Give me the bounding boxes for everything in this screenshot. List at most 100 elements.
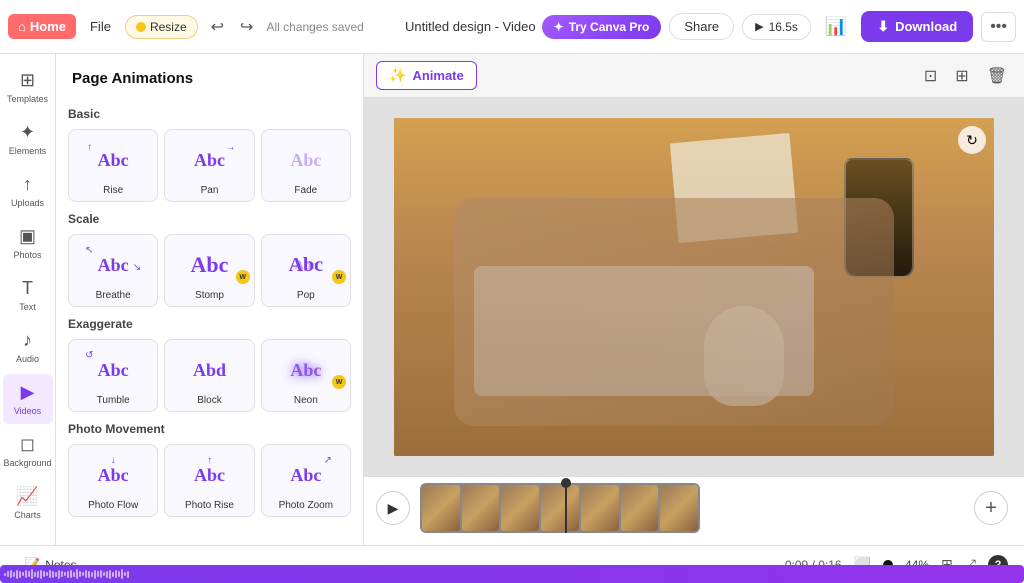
home-icon: ⌂ xyxy=(18,19,26,34)
download-icon: ⬇ xyxy=(877,18,889,35)
play-triangle-icon: ▶ xyxy=(388,500,399,517)
animate-button[interactable]: ✨ Animate xyxy=(376,61,477,90)
anim-neon-text: Abc xyxy=(290,360,321,381)
tumble-arrow-icon: ↺ xyxy=(85,350,93,361)
breathe-corner-br: ↘ xyxy=(133,262,141,273)
add-clip-button[interactable]: + xyxy=(974,491,1008,525)
play-button[interactable]: ▶ xyxy=(376,491,410,525)
anim-block[interactable]: Abd Block xyxy=(164,339,254,412)
preview-button[interactable]: ▶ 16.5s xyxy=(742,14,811,40)
templates-label: Templates xyxy=(7,94,48,104)
anim-breathe-label: Breathe xyxy=(96,290,131,301)
anim-rise-label: Rise xyxy=(103,185,123,196)
playhead-head xyxy=(561,478,571,488)
resize-button[interactable]: Resize xyxy=(125,15,198,39)
anim-fade[interactable]: Abc Fade xyxy=(261,129,351,202)
anim-breathe[interactable]: ↖ Abc ↘ Breathe xyxy=(68,234,158,307)
anim-stomp-label: Stomp xyxy=(195,290,224,301)
share-button[interactable]: Share xyxy=(669,13,734,40)
grid-view-button[interactable]: ⊞ xyxy=(950,61,973,91)
anim-block-text: Abd xyxy=(193,360,226,381)
playhead[interactable] xyxy=(565,483,567,533)
anim-photoflow[interactable]: ↓ Abc Photo Flow xyxy=(68,444,158,517)
anim-photozoom-preview: ↗ Abc xyxy=(276,453,336,497)
anim-pop[interactable]: Abc Abc W Pop xyxy=(261,234,351,307)
animations-panel: Page Animations Basic ↑ Abc Rise → Abc xyxy=(56,54,364,545)
section-exaggerate: Exaggerate xyxy=(68,317,351,331)
analytics-icon[interactable]: 📊 xyxy=(819,12,853,41)
anim-stomp-text: Abc xyxy=(191,252,229,278)
timeline-controls: ▶ + xyxy=(364,477,1024,539)
delete-page-button[interactable]: 🗑 xyxy=(982,61,1012,91)
neon-pro-badge: W xyxy=(332,375,346,389)
text-icon: T xyxy=(22,278,33,299)
sidebar-item-templates[interactable]: ⊞ Templates xyxy=(3,62,53,112)
canvas-area[interactable]: ↻ xyxy=(364,98,1024,476)
exaggerate-animations-grid: ↺ Abc Tumble Abd Block Abc W Neon xyxy=(68,339,351,412)
anim-photorise-label: Photo Rise xyxy=(185,500,234,511)
try-pro-label: Try Canva Pro xyxy=(569,20,650,34)
uploads-icon: ↑ xyxy=(23,174,32,195)
animate-sparkle-icon: ✨ xyxy=(389,67,406,84)
sidebar-item-elements[interactable]: ✦ Elements xyxy=(3,114,53,164)
film-frame-2 xyxy=(462,485,500,531)
anim-tumble[interactable]: ↺ Abc Tumble xyxy=(68,339,158,412)
home-button[interactable]: ⌂ Home xyxy=(8,14,76,39)
panel-title: Page Animations xyxy=(56,54,363,97)
sidebar-item-photos[interactable]: ▣ Photos xyxy=(3,218,53,268)
videos-label: Videos xyxy=(14,406,41,416)
sidebar-item-background[interactable]: ◻ Background xyxy=(3,426,53,476)
anim-pan-text: Abc xyxy=(194,150,225,171)
home-label: Home xyxy=(30,19,66,34)
anim-neon[interactable]: Abc W Neon xyxy=(261,339,351,412)
panel-scroll[interactable]: Basic ↑ Abc Rise → Abc Pan xyxy=(56,97,363,545)
anim-fade-text: Abc xyxy=(290,150,321,171)
anim-photoflow-preview: ↓ Abc xyxy=(83,453,143,497)
anim-rise-preview: ↑ Abc xyxy=(83,138,143,182)
sidebar-item-audio[interactable]: ♪ Audio xyxy=(3,322,53,372)
anim-rise[interactable]: ↑ Abc Rise xyxy=(68,129,158,202)
section-basic: Basic xyxy=(68,107,351,121)
anim-rise-text: Abc xyxy=(98,150,129,171)
sidebar-item-text[interactable]: T Text xyxy=(3,270,53,320)
play-time: 16.5s xyxy=(769,20,798,34)
sidebar-item-uploads[interactable]: ↑ Uploads xyxy=(3,166,53,216)
film-strip[interactable] xyxy=(420,483,700,533)
canvas-video: ↻ xyxy=(394,118,994,456)
anim-photozoom[interactable]: ↗ Abc Photo Zoom xyxy=(261,444,351,517)
download-button[interactable]: ⬇ Download xyxy=(861,11,973,42)
pop-pro-badge: W xyxy=(332,270,346,284)
anim-block-preview: Abd xyxy=(179,348,239,392)
anim-tumble-label: Tumble xyxy=(97,395,130,406)
right-toolbar: ✨ Animate ⊡ ⊞ 🗑 xyxy=(364,54,1024,98)
film-frame-4 xyxy=(541,485,579,531)
file-menu[interactable]: File xyxy=(82,15,119,38)
anim-tumble-preview: ↺ Abc xyxy=(83,348,143,392)
elements-icon: ✦ xyxy=(20,122,35,143)
sidebar-item-videos[interactable]: ▶ Videos xyxy=(3,374,53,424)
anim-fade-preview: Abc xyxy=(276,138,336,182)
fit-view-button[interactable]: ⊡ xyxy=(919,61,942,91)
more-options-button[interactable]: ••• xyxy=(981,12,1016,42)
anim-photorise-text: Abc xyxy=(194,465,225,486)
document-title: Untitled design - Video xyxy=(405,19,536,34)
main-area: ⊞ Templates ✦ Elements ↑ Uploads ▣ Photo… xyxy=(0,54,1024,545)
anim-pan[interactable]: → Abc Pan xyxy=(164,129,254,202)
templates-icon: ⊞ xyxy=(20,70,35,91)
timeline-area: ▶ + xyxy=(364,476,1024,545)
resize-label: Resize xyxy=(150,20,187,34)
more-sidebar-items[interactable]: ••• xyxy=(10,530,45,545)
anim-photozoom-label: Photo Zoom xyxy=(279,500,333,511)
charts-icon: 📈 xyxy=(16,486,38,507)
anim-photozoom-text: Abc xyxy=(290,465,321,486)
sidebar-item-charts[interactable]: 📈 Charts xyxy=(3,478,53,528)
anim-stomp[interactable]: Abc W Stomp xyxy=(164,234,254,307)
topbar: ⌂ Home File Resize ↩ ↪ All changes saved… xyxy=(0,0,1024,54)
redo-button[interactable]: ↪ xyxy=(233,12,260,42)
anim-photorise[interactable]: ↑ Abc Photo Rise xyxy=(164,444,254,517)
try-pro-button[interactable]: ✦ Try Canva Pro xyxy=(542,15,662,39)
right-content: ✨ Animate ⊡ ⊞ 🗑 ↻ xyxy=(364,54,1024,545)
film-frame-3 xyxy=(501,485,539,531)
undo-button[interactable]: ↩ xyxy=(204,12,231,42)
refresh-canvas-button[interactable]: ↻ xyxy=(958,126,986,154)
